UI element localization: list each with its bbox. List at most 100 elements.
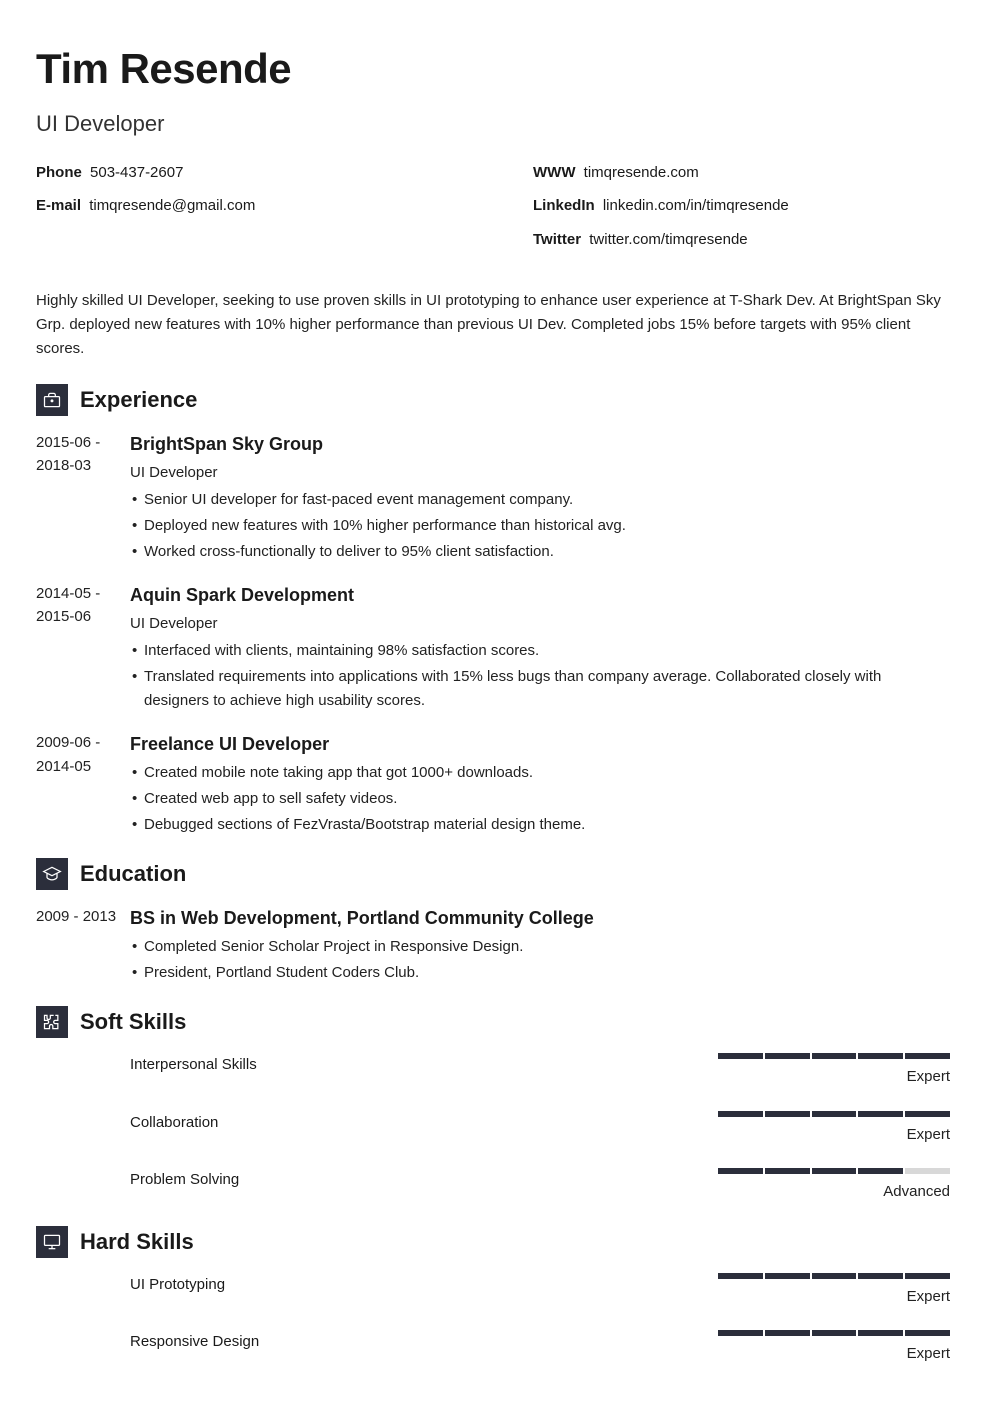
contact-value: timqresende.com	[584, 164, 699, 181]
contact-www: WWW timqresende.com	[533, 161, 950, 184]
experience-entry: 2009-06 - 2014-05 Freelance UI Developer…	[36, 731, 950, 839]
entry-bullets: Senior UI developer for fast-paced event…	[130, 488, 950, 564]
skill-bar	[718, 1111, 950, 1117]
graduation-icon	[36, 858, 68, 890]
skill-segment	[812, 1111, 857, 1117]
entry-dates: 2009-06 - 2014-05	[36, 731, 130, 839]
skill-level: Expert	[907, 1342, 950, 1365]
entry-title: Freelance UI Developer	[130, 731, 950, 759]
bullet: Created mobile note taking app that got …	[130, 761, 950, 785]
summary: Highly skilled UI Developer, seeking to …	[36, 289, 950, 361]
skill-meter: Advanced	[718, 1168, 950, 1203]
section-title: Soft Skills	[80, 1005, 186, 1039]
skill-level: Expert	[907, 1123, 950, 1146]
skill-name: UI Prototyping	[130, 1273, 718, 1308]
contact-value: linkedin.com/in/timqresende	[603, 197, 789, 214]
section-header: Soft Skills	[36, 1005, 950, 1039]
bullet: Completed Senior Scholar Project in Resp…	[130, 935, 950, 959]
skill-segment	[812, 1053, 857, 1059]
skill-segment	[765, 1273, 810, 1279]
skill-segment	[858, 1168, 903, 1174]
skill-segment	[812, 1330, 857, 1336]
skill-meter: Expert	[718, 1273, 950, 1308]
section-title: Hard Skills	[80, 1225, 194, 1259]
bullet: Created web app to sell safety videos.	[130, 787, 950, 811]
bullet: President, Portland Student Coders Club.	[130, 961, 950, 985]
skill-segment	[765, 1330, 810, 1336]
skill-name: Interpersonal Skills	[130, 1053, 718, 1088]
entry-dates: 2009 - 2013	[36, 905, 130, 987]
entry-role: UI Developer	[130, 461, 950, 484]
section-header: Hard Skills	[36, 1225, 950, 1259]
skill-segment	[858, 1111, 903, 1117]
contact-value: 503-437-2607	[90, 164, 183, 181]
bullet: Debugged sections of FezVrasta/Bootstrap…	[130, 813, 950, 837]
skill-bar	[718, 1273, 950, 1279]
bullet: Senior UI developer for fast-paced event…	[130, 488, 950, 512]
section-soft-skills: Soft Skills Interpersonal Skills Expert Co…	[36, 1005, 950, 1203]
skill-segment	[812, 1168, 857, 1174]
skill-segment	[718, 1053, 763, 1059]
skill-row: UI Prototyping Expert	[36, 1273, 950, 1308]
entry-bullets: Interfaced with clients, maintaining 98%…	[130, 639, 950, 713]
skill-segment	[812, 1273, 857, 1279]
contact-value: twitter.com/timqresende	[589, 231, 747, 248]
puzzle-icon	[36, 1006, 68, 1038]
entry-title: Aquin Spark Development	[130, 582, 950, 610]
briefcase-icon	[36, 384, 68, 416]
entry-title: BrightSpan Sky Group	[130, 431, 950, 459]
skill-meter: Expert	[718, 1111, 950, 1146]
experience-entry: 2015-06 - 2018-03 BrightSpan Sky Group U…	[36, 431, 950, 566]
contact-linkedin: LinkedIn linkedin.com/in/timqresende	[533, 194, 950, 217]
skill-meter: Expert	[718, 1330, 950, 1365]
section-title: Experience	[80, 383, 197, 417]
skill-bar	[718, 1330, 950, 1336]
skill-segment	[905, 1330, 950, 1336]
skill-name: Problem Solving	[130, 1168, 718, 1203]
skill-name: Collaboration	[130, 1111, 718, 1146]
contacts-right: WWW timqresende.com LinkedIn linkedin.co…	[533, 161, 950, 261]
bullet: Worked cross-functionally to deliver to …	[130, 540, 950, 564]
section-title: Education	[80, 857, 186, 891]
skill-segment	[765, 1053, 810, 1059]
skill-name: Responsive Design	[130, 1330, 718, 1365]
section-education: Education 2009 - 2013 BS in Web Developm…	[36, 857, 950, 987]
entry-dates: 2014-05 - 2015-06	[36, 582, 130, 715]
contact-label: WWW	[533, 164, 575, 181]
section-experience: Experience 2015-06 - 2018-03 BrightSpan …	[36, 383, 950, 839]
skill-bar	[718, 1053, 950, 1059]
skill-level: Expert	[907, 1065, 950, 1088]
contacts: Phone 503-437-2607 E-mail timqresende@gm…	[36, 161, 950, 261]
skill-segment	[718, 1168, 763, 1174]
contact-label: Twitter	[533, 231, 581, 248]
monitor-icon	[36, 1226, 68, 1258]
contact-label: LinkedIn	[533, 197, 595, 214]
skill-segment	[718, 1273, 763, 1279]
skill-row: Responsive Design Expert	[36, 1330, 950, 1365]
skill-segment	[765, 1168, 810, 1174]
bullet: Deployed new features with 10% higher pe…	[130, 514, 950, 538]
skill-row: Problem SolvingAdvanced	[36, 1168, 950, 1203]
skill-segment	[905, 1053, 950, 1059]
skill-segment	[858, 1273, 903, 1279]
entry-bullets: Created mobile note taking app that got …	[130, 761, 950, 837]
education-entry: 2009 - 2013 BS in Web Development, Portl…	[36, 905, 950, 987]
contact-value: timqresende@gmail.com	[89, 197, 255, 214]
resume-name: Tim Resende	[36, 36, 950, 101]
contact-phone: Phone 503-437-2607	[36, 161, 453, 184]
skill-level: Expert	[907, 1285, 950, 1308]
section-header: Experience	[36, 383, 950, 417]
entry-dates: 2015-06 - 2018-03	[36, 431, 130, 566]
contact-twitter: Twitter twitter.com/timqresende	[533, 228, 950, 251]
resume-title: UI Developer	[36, 107, 950, 141]
skill-segment	[858, 1330, 903, 1336]
entry-role: UI Developer	[130, 612, 950, 635]
section-hard-skills: Hard Skills UI PrototypingExpertResponsi…	[36, 1225, 950, 1366]
bullet: Interfaced with clients, maintaining 98%…	[130, 639, 950, 663]
skill-segment	[718, 1111, 763, 1117]
skill-segment	[905, 1273, 950, 1279]
skill-row: Interpersonal Skills Expert	[36, 1053, 950, 1088]
experience-entry: 2014-05 - 2015-06 Aquin Spark Developmen…	[36, 582, 950, 715]
skill-bar	[718, 1168, 950, 1174]
contacts-left: Phone 503-437-2607 E-mail timqresende@gm…	[36, 161, 453, 261]
